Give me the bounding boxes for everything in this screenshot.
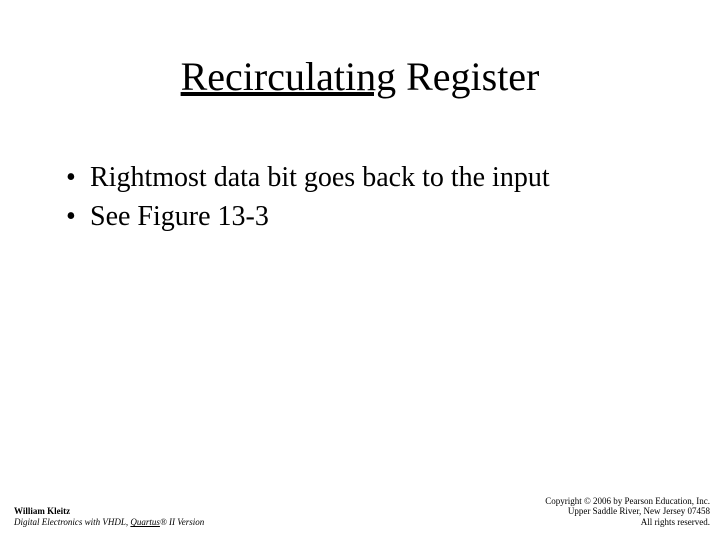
author-name: William Kleitz <box>14 506 204 517</box>
footer-right: Copyright © 2006 by Pearson Education, I… <box>545 496 710 528</box>
copyright-line: Copyright © 2006 by Pearson Education, I… <box>545 496 710 507</box>
bullet-text: Rightmost data bit goes back to the inpu… <box>90 162 550 193</box>
bullet-list: Rightmost data bit goes back to the inpu… <box>66 160 660 234</box>
slide: Recirculating Register Rightmost data bi… <box>0 0 720 540</box>
slide-title: Recirculating Register <box>0 55 720 99</box>
book-suffix: ® II Version <box>160 517 204 527</box>
list-item: See Figure 13-3 <box>66 199 660 234</box>
rights-line: All rights reserved. <box>545 517 710 528</box>
book-title: Digital Electronics with VHDL, Quartus® … <box>14 517 204 528</box>
book-prefix: Digital Electronics with VHDL, <box>14 517 130 527</box>
title-plain: Register <box>396 54 539 99</box>
bullet-text: See Figure 13-3 <box>90 201 269 232</box>
title-underlined: Recirculating <box>181 54 396 99</box>
address-line: Upper Saddle River, New Jersey 07458 <box>545 506 710 517</box>
list-item: Rightmost data bit goes back to the inpu… <box>66 160 660 195</box>
book-underlined: Quartus <box>130 517 160 527</box>
body-text: Rightmost data bit goes back to the inpu… <box>66 160 660 238</box>
footer-left: William Kleitz Digital Electronics with … <box>14 506 204 528</box>
